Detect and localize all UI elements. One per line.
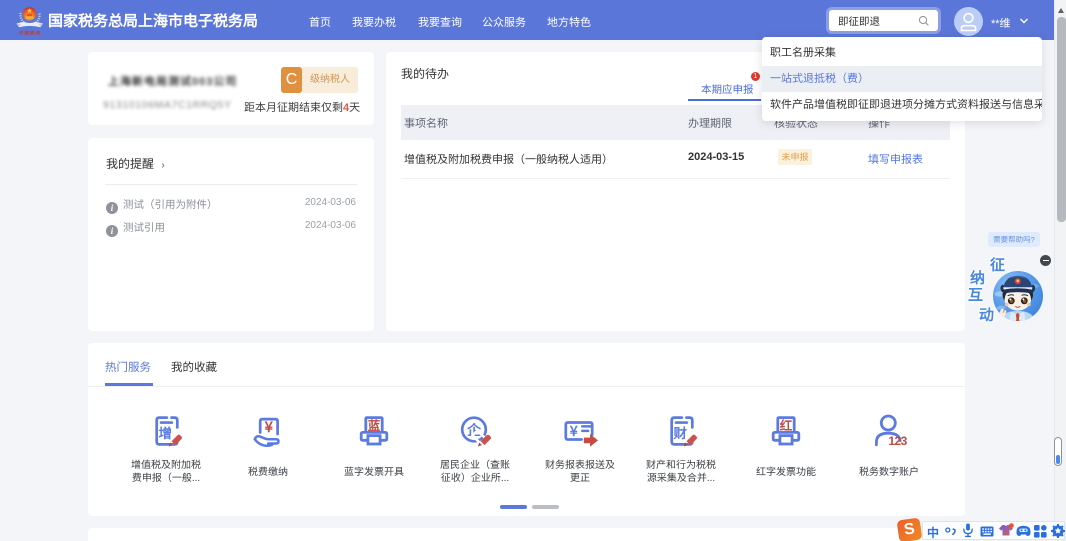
svg-text:123: 123 (888, 434, 907, 448)
svg-text:¥: ¥ (569, 421, 578, 441)
svg-text:增: 增 (159, 422, 173, 442)
svg-text:红: 红 (780, 415, 793, 434)
svg-text:¥: ¥ (264, 416, 274, 437)
svg-text:蓝: 蓝 (368, 415, 381, 434)
svg-text:财: 财 (673, 422, 688, 442)
svg-text:中国税务: 中国税务 (19, 31, 41, 37)
